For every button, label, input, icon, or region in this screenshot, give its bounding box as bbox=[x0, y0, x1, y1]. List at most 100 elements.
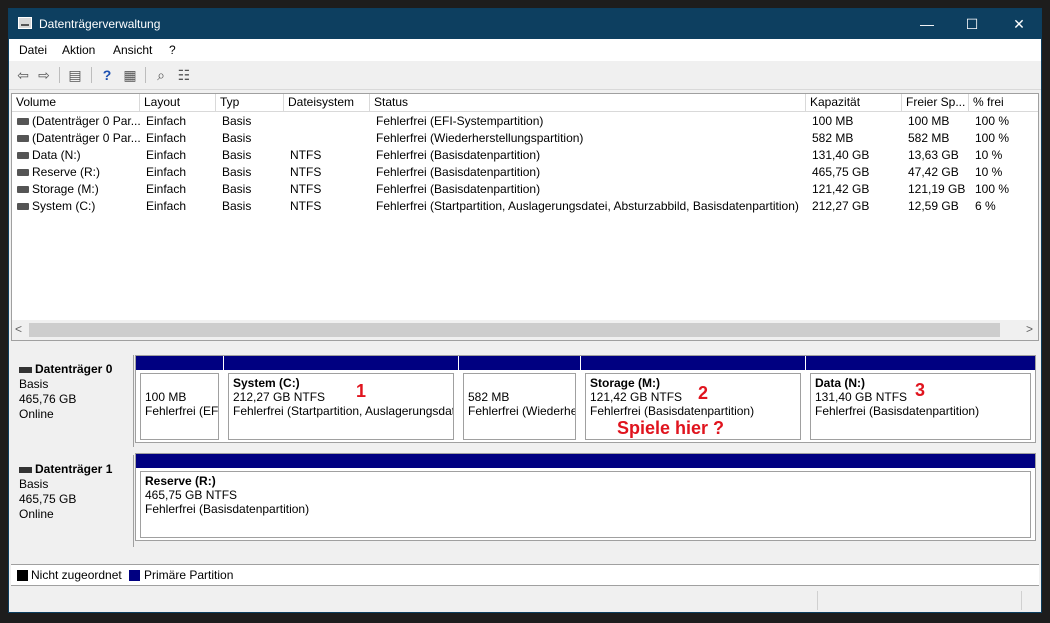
partition-bar bbox=[459, 356, 580, 370]
col-header-typ[interactable]: Typ bbox=[216, 94, 284, 112]
menu-datei[interactable]: Datei bbox=[19, 43, 47, 57]
annotation-number-2: 2 bbox=[698, 383, 709, 403]
help-icon[interactable]: ? bbox=[98, 67, 116, 83]
volume-row-4-volume[interactable]: Storage (M:) bbox=[32, 181, 99, 198]
col-header-status[interactable]: Status bbox=[370, 94, 806, 112]
volume-row-1-freier-speicher: 582 MB bbox=[908, 131, 950, 145]
volume-row-5-freier-speicher: 12,59 GB bbox=[908, 199, 959, 213]
scrollbar-thumb[interactable] bbox=[29, 323, 1000, 337]
partition-recovery[interactable]: 582 MB Fehlerfrei (Wiederhe bbox=[459, 356, 580, 442]
legend-swatch-primary bbox=[129, 570, 140, 581]
console-tree-icon[interactable]: ▤ bbox=[66, 67, 84, 83]
back-arrow-icon[interactable]: ⇦ bbox=[14, 67, 32, 83]
volume-row-0-volume[interactable]: (Datenträger 0 Par... bbox=[32, 113, 141, 130]
toolbar-separator bbox=[145, 67, 146, 83]
disk-1-size: 465,75 GB bbox=[19, 492, 77, 506]
volume-row-1-typ: Basis bbox=[222, 131, 252, 145]
volume-row-4-kapazitaet: 121,42 GB bbox=[812, 182, 870, 196]
partition-status: Fehlerfrei (Basisdatenpartition) bbox=[145, 502, 310, 516]
volume-row-0-typ: Basis bbox=[222, 114, 252, 128]
disk-1-label[interactable]: Datenträger 1 Basis 465,75 GB Online bbox=[11, 455, 134, 547]
disk-1-state: Online bbox=[19, 507, 54, 521]
partition-size: 212,27 GB NTFS bbox=[233, 390, 326, 404]
volume-row-5-kapazitaet: 212,27 GB bbox=[812, 199, 870, 213]
volume-row-5-volume[interactable]: System (C:) bbox=[32, 198, 95, 215]
volume-row-1-volume[interactable]: (Datenträger 0 Par... bbox=[32, 130, 141, 147]
scroll-right-arrow-icon[interactable]: > bbox=[1026, 322, 1033, 336]
volume-row-3-volume[interactable]: Reserve (R:) bbox=[32, 164, 100, 181]
volume-row-1-layout: Einfach bbox=[146, 131, 187, 145]
partition-size: 465,75 GB NTFS bbox=[145, 488, 238, 502]
col-header-prozent-frei[interactable]: % frei bbox=[969, 94, 1038, 112]
volume-drive-icon bbox=[17, 169, 29, 176]
partition-size: 100 MB bbox=[145, 390, 187, 404]
volume-row-4-layout: Einfach bbox=[146, 182, 187, 196]
disk-0-name: Datenträger 0 bbox=[35, 362, 113, 376]
title-bar[interactable]: Datenträgerverwaltung — ☐ ✕ bbox=[9, 9, 1041, 39]
list-view-icon[interactable]: ☷ bbox=[175, 67, 193, 83]
annotation-games-here: Spiele hier ? bbox=[617, 418, 725, 438]
scroll-left-arrow-icon[interactable]: < bbox=[15, 322, 22, 336]
volume-row-5-status: Fehlerfrei (Startpartition, Auslagerungs… bbox=[376, 199, 799, 213]
disk-graphical-view: Datenträger 0 Basis 465,76 GB Online 100… bbox=[11, 345, 1039, 565]
volume-row-1-prozent-frei: 100 % bbox=[975, 131, 1010, 145]
volume-row-3-dateisystem: NTFS bbox=[290, 165, 322, 179]
status-segment bbox=[1021, 591, 1022, 610]
volume-row-4-freier-speicher: 121,19 GB bbox=[908, 182, 966, 196]
volume-drive-icon bbox=[17, 118, 29, 125]
annotation-number-1: 1 bbox=[356, 381, 367, 401]
legend-bar: Nicht zugeordnet Primäre Partition bbox=[11, 564, 1039, 586]
toolbar: ⇦ ⇨ ▤ ? ▦ ⌕ ☷ bbox=[9, 61, 1041, 90]
volume-row-0-layout: Einfach bbox=[146, 114, 187, 128]
partition-title: Data (N:) bbox=[815, 376, 865, 390]
volume-row-3-kapazitaet: 465,75 GB bbox=[812, 165, 870, 179]
partition-bar bbox=[136, 454, 1035, 468]
disk-1-name: Datenträger 1 bbox=[35, 462, 113, 476]
partition-size: 131,40 GB NTFS bbox=[815, 390, 908, 404]
volume-row-0-status: Fehlerfrei (EFI-Systempartition) bbox=[376, 114, 544, 128]
legend-swatch-unallocated bbox=[17, 570, 28, 581]
volume-list: Volume Layout Typ Dateisystem Status Kap… bbox=[11, 93, 1039, 341]
close-button[interactable]: ✕ bbox=[996, 9, 1042, 39]
col-header-freier-speicher[interactable]: Freier Sp... bbox=[902, 94, 969, 112]
volume-drive-icon bbox=[17, 135, 29, 142]
volume-row-3-freier-speicher: 47,42 GB bbox=[908, 165, 959, 179]
disk-management-window: Datenträgerverwaltung — ☐ ✕ Datei Aktion… bbox=[8, 8, 1042, 613]
disk-0-label[interactable]: Datenträger 0 Basis 465,76 GB Online bbox=[11, 355, 134, 447]
partition-status: Fehlerfrei (Basisdatenpartition) bbox=[815, 404, 980, 418]
volume-row-4-status: Fehlerfrei (Basisdatenpartition) bbox=[376, 182, 541, 196]
partition-title: System (C:) bbox=[233, 376, 300, 390]
horizontal-scrollbar[interactable]: < > bbox=[12, 320, 1038, 340]
col-header-layout[interactable]: Layout bbox=[140, 94, 216, 112]
volume-row-2-volume[interactable]: Data (N:) bbox=[32, 147, 81, 164]
minimize-button[interactable]: — bbox=[904, 9, 950, 39]
col-header-kapazitaet[interactable]: Kapazität bbox=[806, 94, 902, 112]
partition-system-c[interactable]: System (C:) 212,27 GB NTFS Fehlerfrei (Sta… bbox=[224, 356, 458, 442]
col-header-volume[interactable]: Volume bbox=[12, 94, 140, 112]
menu-ansicht[interactable]: Ansicht bbox=[113, 43, 152, 57]
volume-drive-icon bbox=[17, 203, 29, 210]
wizard-icon[interactable]: ⌕ bbox=[152, 67, 170, 83]
disk-0-size: 465,76 GB bbox=[19, 392, 77, 406]
volume-row-0-freier-speicher: 100 MB bbox=[908, 114, 950, 128]
menu-help[interactable]: ? bbox=[169, 43, 176, 57]
partition-bar bbox=[224, 356, 458, 370]
volume-row-2-kapazitaet: 131,40 GB bbox=[812, 148, 870, 162]
volume-row-2-dateisystem: NTFS bbox=[290, 148, 322, 162]
partition-efi[interactable]: 100 MB Fehlerfrei (EFI bbox=[136, 356, 223, 442]
forward-arrow-icon[interactable]: ⇨ bbox=[35, 67, 53, 83]
status-segment bbox=[817, 591, 818, 610]
disk-0-type: Basis bbox=[19, 377, 49, 391]
col-header-dateisystem[interactable]: Dateisystem bbox=[284, 94, 370, 112]
properties-icon[interactable]: ▦ bbox=[121, 67, 139, 83]
volume-row-5-typ: Basis bbox=[222, 199, 252, 213]
menu-bar: Datei Aktion Ansicht ? bbox=[9, 39, 1041, 61]
volume-row-3-layout: Einfach bbox=[146, 165, 187, 179]
volume-row-3-prozent-frei: 10 % bbox=[975, 165, 1003, 179]
maximize-button[interactable]: ☐ bbox=[949, 9, 995, 39]
partition-reserve-r[interactable]: Reserve (R:) 465,75 GB NTFS Fehlerfrei (Ba… bbox=[136, 454, 1035, 540]
volume-row-1-kapazitaet: 582 MB bbox=[812, 131, 854, 145]
volume-row-5-dateisystem: NTFS bbox=[290, 199, 322, 213]
volume-row-5-layout: Einfach bbox=[146, 199, 187, 213]
menu-aktion[interactable]: Aktion bbox=[62, 43, 95, 57]
